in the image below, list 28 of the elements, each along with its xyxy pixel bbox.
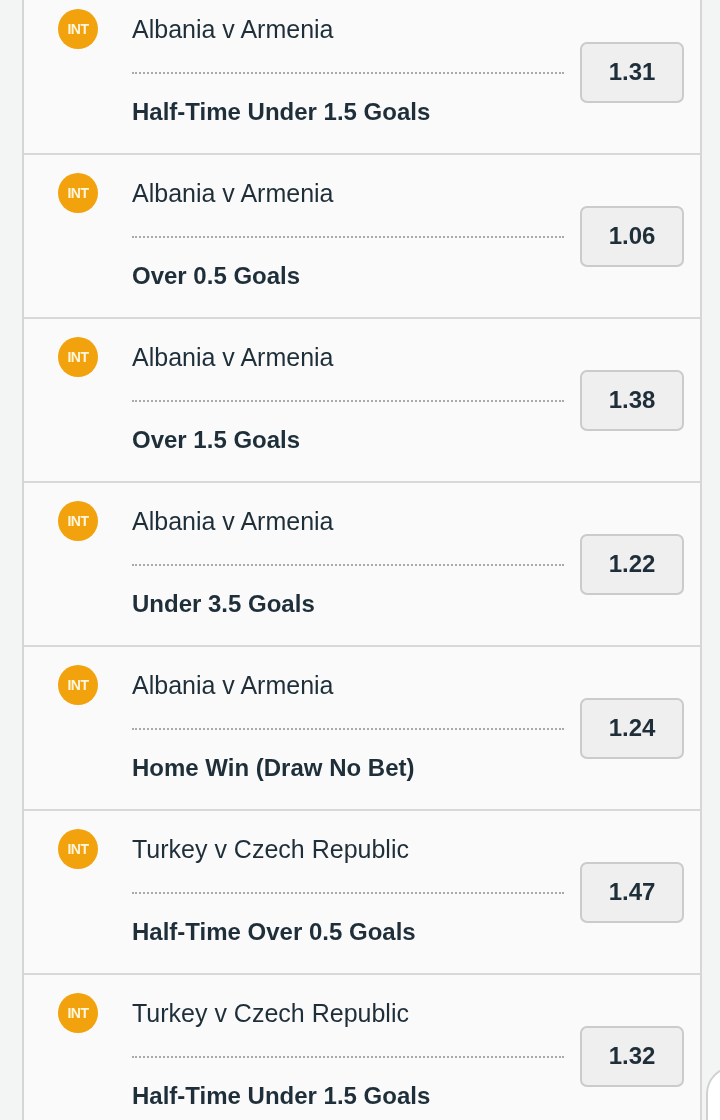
match-name: Turkey v Czech Republic: [132, 998, 410, 1029]
odds-button[interactable]: 1.31: [580, 41, 684, 103]
odds-button[interactable]: 1.32: [580, 1025, 684, 1087]
league-badge: INT: [58, 829, 98, 869]
league-badge: INT: [58, 337, 98, 377]
market-name: Home Win (Draw No Bet): [132, 753, 416, 783]
match-name: Albania v Armenia: [132, 670, 335, 701]
match-name: Albania v Armenia: [132, 506, 335, 537]
odds-button[interactable]: 1.47: [580, 861, 684, 923]
market-name: Under 3.5 Goals: [132, 589, 316, 619]
market-name: Over 1.5 Goals: [132, 425, 302, 455]
match-name: Albania v Armenia: [132, 178, 335, 209]
market-name: Half-Time Over 0.5 Goals: [132, 917, 417, 947]
league-badge: INT: [58, 993, 98, 1033]
market-name: Half-Time Under 1.5 Goals: [132, 1081, 432, 1111]
league-badge: INT: [58, 665, 98, 705]
odds-button[interactable]: 1.38: [580, 369, 684, 431]
market-name: Over 0.5 Goals: [132, 261, 302, 291]
match-name: Albania v Armenia: [132, 14, 335, 45]
match-name: Albania v Armenia: [132, 342, 335, 373]
league-badge: INT: [58, 173, 98, 213]
league-badge: INT: [58, 9, 98, 49]
market-name: Half-Time Under 1.5 Goals: [132, 97, 432, 127]
odds-button[interactable]: 1.06: [580, 205, 684, 267]
odds-button[interactable]: 1.22: [580, 533, 684, 595]
match-name: Turkey v Czech Republic: [132, 834, 410, 865]
odds-button[interactable]: 1.24: [580, 697, 684, 759]
league-badge: INT: [58, 501, 98, 541]
